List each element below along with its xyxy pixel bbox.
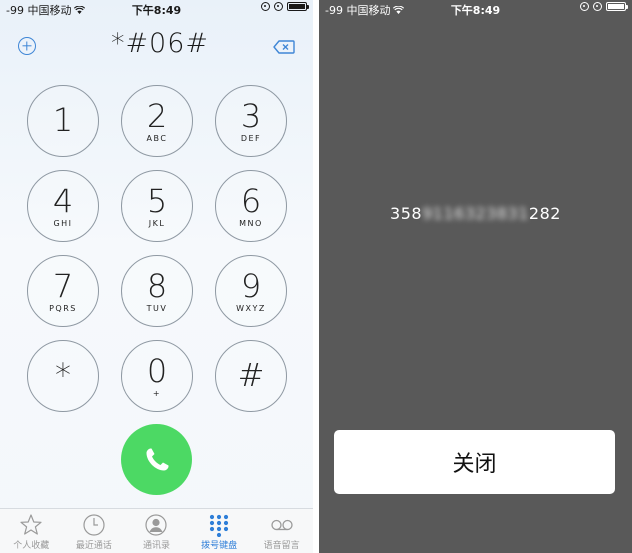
phone-icon: [146, 448, 168, 470]
tab-favorites[interactable]: 个人收藏: [0, 509, 63, 553]
status-time: 下午8:49: [450, 4, 501, 17]
imei-blurred: 9116323831: [422, 204, 529, 223]
key-9[interactable]: 9 WXYZ: [215, 255, 287, 327]
battery-icon: [287, 2, 309, 11]
alarm-icon: [274, 2, 283, 11]
key-6[interactable]: 6 MNO: [215, 170, 287, 242]
status-bar: -99 中国移动 下午8:49: [0, 0, 313, 18]
key-8[interactable]: 8 TUV: [121, 255, 193, 327]
status-icons: [580, 2, 628, 11]
key-3[interactable]: 3 DEF: [215, 85, 287, 157]
imei-screen: -99 中国移动 下午8:49 3589116323831282 关闭: [319, 0, 632, 553]
carrier-label: -99 中国移动: [325, 2, 405, 18]
alarm-icon: [593, 2, 602, 11]
key-1[interactable]: 1: [27, 85, 99, 157]
key-hash[interactable]: #: [215, 340, 287, 412]
key-4[interactable]: 4 GHI: [27, 170, 99, 242]
delete-icon[interactable]: [273, 40, 295, 54]
key-0[interactable]: 0 +: [121, 340, 193, 412]
tab-contacts[interactable]: 通讯录: [125, 509, 188, 553]
close-button[interactable]: 关闭: [334, 430, 615, 494]
status-time: 下午8:49: [131, 4, 182, 17]
tab-voicemail[interactable]: 语音留言: [250, 509, 313, 553]
dialer-screen: -99 中国移动 下午8:49 *#06# 1 2 ABC 3 DEF 4 GHI 5…: [0, 0, 313, 553]
keypad: 1 2 ABC 3 DEF 4 GHI 5 JKL 6 MNO 7 PQRS 8 TUV 9W…: [27, 85, 287, 413]
orientation-lock-icon: [580, 2, 589, 11]
dialed-number: *#06#: [110, 28, 210, 59]
imei-suffix: 282: [528, 204, 561, 223]
key-7[interactable]: 7 PQRS: [27, 255, 99, 327]
tab-bar: 个人收藏 最近通话 通讯录 拨号键盘 语音留言: [0, 508, 313, 553]
status-bar: -99 中国移动 下午8:49: [319, 0, 632, 18]
wifi-icon: [393, 6, 405, 14]
call-button[interactable]: [121, 424, 192, 495]
imei-prefix: 358: [390, 204, 423, 223]
tab-keypad[interactable]: 拨号键盘: [188, 509, 251, 553]
key-5[interactable]: 5 JKL: [121, 170, 193, 242]
battery-icon: [606, 2, 628, 11]
contacts-icon: [145, 514, 168, 536]
keypad-icon: [209, 514, 229, 537]
star-icon: [20, 514, 42, 535]
voicemail-icon: [271, 519, 293, 531]
carrier-label: -99 中国移动: [6, 2, 86, 18]
imei-number: 3589116323831282: [319, 204, 632, 223]
status-icons: [261, 2, 309, 11]
add-contact-button[interactable]: [18, 37, 36, 55]
orientation-lock-icon: [261, 2, 270, 11]
clock-icon: [83, 514, 105, 536]
tab-recents[interactable]: 最近通话: [63, 509, 126, 553]
wifi-icon: [74, 6, 86, 14]
key-star[interactable]: *: [27, 340, 99, 412]
key-2[interactable]: 2 ABC: [121, 85, 193, 157]
